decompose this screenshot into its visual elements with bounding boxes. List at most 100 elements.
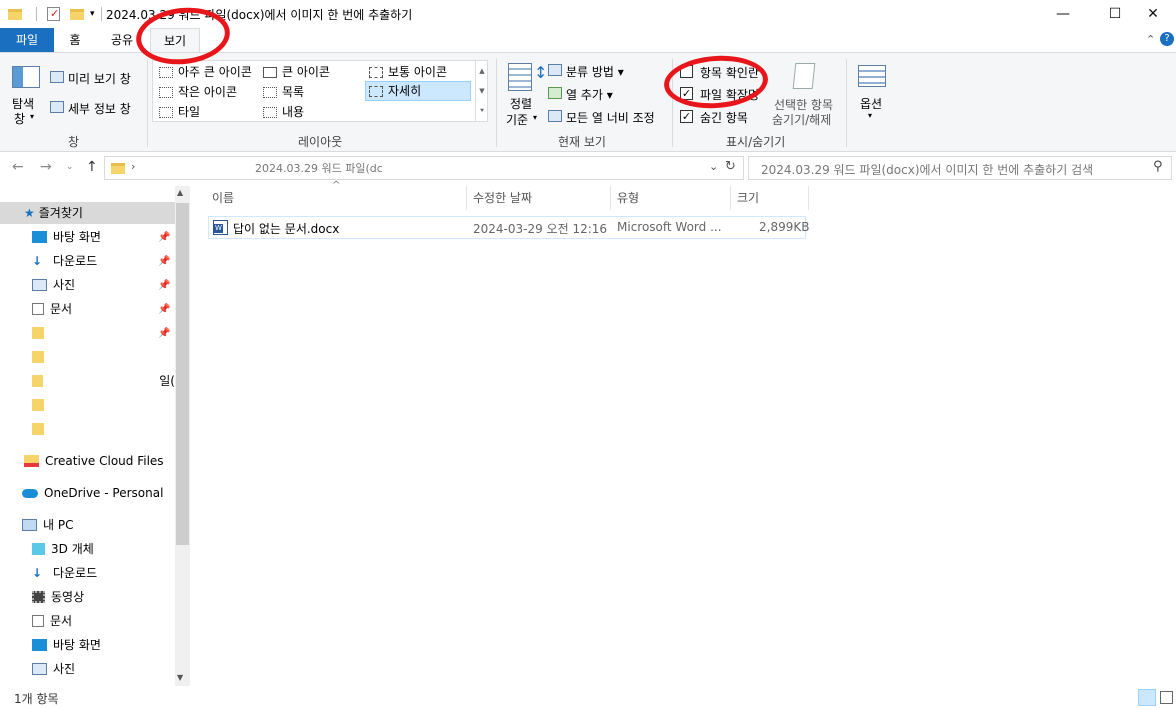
- word-document-icon: W: [213, 220, 228, 235]
- help-icon[interactable]: ?: [1160, 32, 1174, 46]
- folder-icon: [32, 399, 44, 411]
- column-divider[interactable]: [730, 186, 731, 210]
- sort-arrow-icon: ↕: [534, 63, 548, 82]
- group-by-button[interactable]: 분류 방법 ▾: [566, 63, 624, 80]
- large-icons-view-icon[interactable]: [1160, 691, 1173, 704]
- preview-pane-button[interactable]: 미리 보기 창: [68, 70, 131, 87]
- chevron-down-icon[interactable]: ▾: [90, 9, 95, 19]
- nav-pc-pictures[interactable]: 사진: [32, 658, 75, 680]
- properties-icon[interactable]: ✓: [47, 7, 60, 21]
- item-count: 1개 항목: [14, 692, 59, 706]
- address-path: 2024.03.29 워드 파일(dc: [255, 162, 383, 175]
- table-row[interactable]: W 답이 없는 문서.docx 2024-03-29 오전 12:16 Micr…: [208, 216, 810, 239]
- recent-locations-button[interactable]: ⌄: [66, 162, 74, 172]
- pin-icon[interactable]: 📌: [158, 328, 170, 339]
- nav-pc-desktop[interactable]: 바탕 화면: [32, 634, 101, 656]
- hide-selected-button-line2[interactable]: 숨기기/해제: [772, 111, 831, 128]
- address-bar[interactable]: › 2024.03.29 워드 파일(dc ⌄ ↻: [104, 156, 744, 180]
- pin-icon[interactable]: 📌: [158, 280, 170, 291]
- back-button[interactable]: ←: [12, 159, 24, 175]
- nav-this-pc[interactable]: 내 PC: [22, 514, 73, 536]
- group-divider: [496, 59, 497, 147]
- creative-cloud-icon: [24, 455, 39, 467]
- download-icon: ↓: [32, 254, 43, 268]
- nav-videos[interactable]: 동영상: [32, 586, 84, 608]
- column-divider[interactable]: [808, 186, 809, 210]
- nav-desktop[interactable]: 바탕 화면: [32, 226, 101, 248]
- column-divider[interactable]: [466, 186, 467, 210]
- column-header-name[interactable]: 이름: [212, 186, 234, 210]
- layout-extra-large-icons[interactable]: 아주 큰 아이콘: [159, 63, 252, 80]
- navigation-pane-button-line2[interactable]: 창: [14, 110, 25, 127]
- up-button[interactable]: ↑: [86, 159, 98, 175]
- chevron-down-icon: ▾: [30, 112, 35, 121]
- nav-downloads[interactable]: ↓ 다운로드: [32, 250, 97, 272]
- layout-list[interactable]: 목록: [263, 83, 304, 100]
- details-pane-button[interactable]: 세부 정보 창: [68, 100, 131, 117]
- nav-3d-objects[interactable]: 3D 개체: [32, 538, 94, 560]
- nav-pc-documents[interactable]: 문서: [32, 610, 72, 632]
- nav-scrollbar-thumb[interactable]: [176, 203, 189, 545]
- nav-pc-downloads[interactable]: ↓ 다운로드: [32, 562, 97, 584]
- folder-icon: [32, 351, 44, 363]
- scroll-down-arrow[interactable]: ▼: [177, 673, 183, 682]
- add-column-button[interactable]: 열 추가 ▾: [566, 86, 613, 103]
- fit-columns-icon: [548, 110, 562, 122]
- fit-columns-button[interactable]: 모든 열 너비 조정: [566, 109, 655, 126]
- hidden-items-label[interactable]: 숨긴 항목: [700, 109, 748, 126]
- column-divider[interactable]: [610, 186, 611, 210]
- nav-folder-item[interactable]: [32, 418, 50, 440]
- search-placeholder: 2024.03.29 워드 파일(docx)에서 이미지 한 번에 추출하기 검…: [761, 163, 1094, 177]
- group-label-show-hide: 표시/숨기기: [726, 135, 786, 149]
- forward-button[interactable]: →: [40, 159, 52, 175]
- scroll-up-arrow[interactable]: ▲: [177, 188, 183, 197]
- layout-large-icons[interactable]: 큰 아이콘: [263, 63, 330, 80]
- pin-icon[interactable]: 📌: [158, 232, 170, 243]
- nav-onedrive[interactable]: OneDrive - Personal: [22, 482, 163, 504]
- nav-folder-item[interactable]: [32, 322, 50, 344]
- tab-home[interactable]: 홈: [58, 28, 92, 52]
- chevron-up-icon[interactable]: ⌃: [1146, 33, 1155, 46]
- tab-file[interactable]: 파일: [0, 28, 54, 52]
- column-header-modified[interactable]: 수정한 날짜: [473, 186, 532, 210]
- nav-pictures[interactable]: 사진: [32, 274, 75, 296]
- group-label-pane: 창: [68, 135, 80, 149]
- pin-icon[interactable]: 📌: [158, 256, 170, 267]
- close-button[interactable]: ✕: [1130, 0, 1176, 28]
- new-folder-icon[interactable]: [70, 8, 84, 20]
- layout-tiles[interactable]: 타일: [159, 103, 200, 120]
- search-input[interactable]: 2024.03.29 워드 파일(docx)에서 이미지 한 번에 추출하기 검…: [748, 156, 1172, 180]
- options-button[interactable]: 옵션: [860, 95, 882, 112]
- layout-scroll[interactable]: ▲ ▼ ⯆: [475, 61, 488, 121]
- minimize-button[interactable]: —: [1040, 0, 1086, 28]
- pin-icon[interactable]: 📌: [158, 304, 170, 315]
- hidden-items-checkbox[interactable]: ✓: [680, 110, 693, 123]
- column-header-size[interactable]: 크기: [737, 186, 759, 210]
- search-icon[interactable]: ⚲: [1153, 159, 1163, 174]
- column-header-type[interactable]: 유형: [617, 186, 639, 210]
- nav-folder-item[interactable]: 일(: [32, 370, 175, 392]
- pictures-icon: [32, 279, 47, 291]
- details-view-icon[interactable]: [1138, 689, 1156, 706]
- folder-icon: [8, 8, 22, 20]
- layout-gallery: 아주 큰 아이콘 큰 아이콘 보통 아이콘 작은 아이콘 목록 자세히 타일 내…: [152, 60, 488, 122]
- layout-medium-icons[interactable]: 보통 아이콘: [369, 63, 447, 80]
- sort-by-button[interactable]: 정렬: [510, 95, 532, 112]
- sort-by-button-line2[interactable]: 기준: [506, 111, 528, 128]
- chevron-down-icon[interactable]: ⌄: [709, 160, 718, 173]
- layout-content[interactable]: 내용: [263, 103, 304, 120]
- nav-folder-item[interactable]: [32, 346, 50, 368]
- refresh-icon[interactable]: ↻: [725, 159, 736, 174]
- file-size: 2,899KB: [759, 220, 810, 234]
- sort-ascending-icon: ^: [332, 180, 341, 191]
- chevron-right-icon: ›: [131, 160, 136, 173]
- nav-documents[interactable]: 문서: [32, 298, 72, 320]
- divider: [36, 7, 37, 21]
- layout-details-selected[interactable]: 자세히: [365, 81, 471, 101]
- nav-creative-cloud[interactable]: Creative Cloud Files: [24, 450, 164, 472]
- nav-quick-access[interactable]: ★ 즐겨찾기: [0, 202, 175, 224]
- navigation-pane-icon[interactable]: [12, 66, 40, 88]
- nav-folder-item[interactable]: [32, 394, 50, 416]
- file-type: Microsoft Word ...: [617, 220, 722, 234]
- layout-small-icons[interactable]: 작은 아이콘: [159, 83, 237, 100]
